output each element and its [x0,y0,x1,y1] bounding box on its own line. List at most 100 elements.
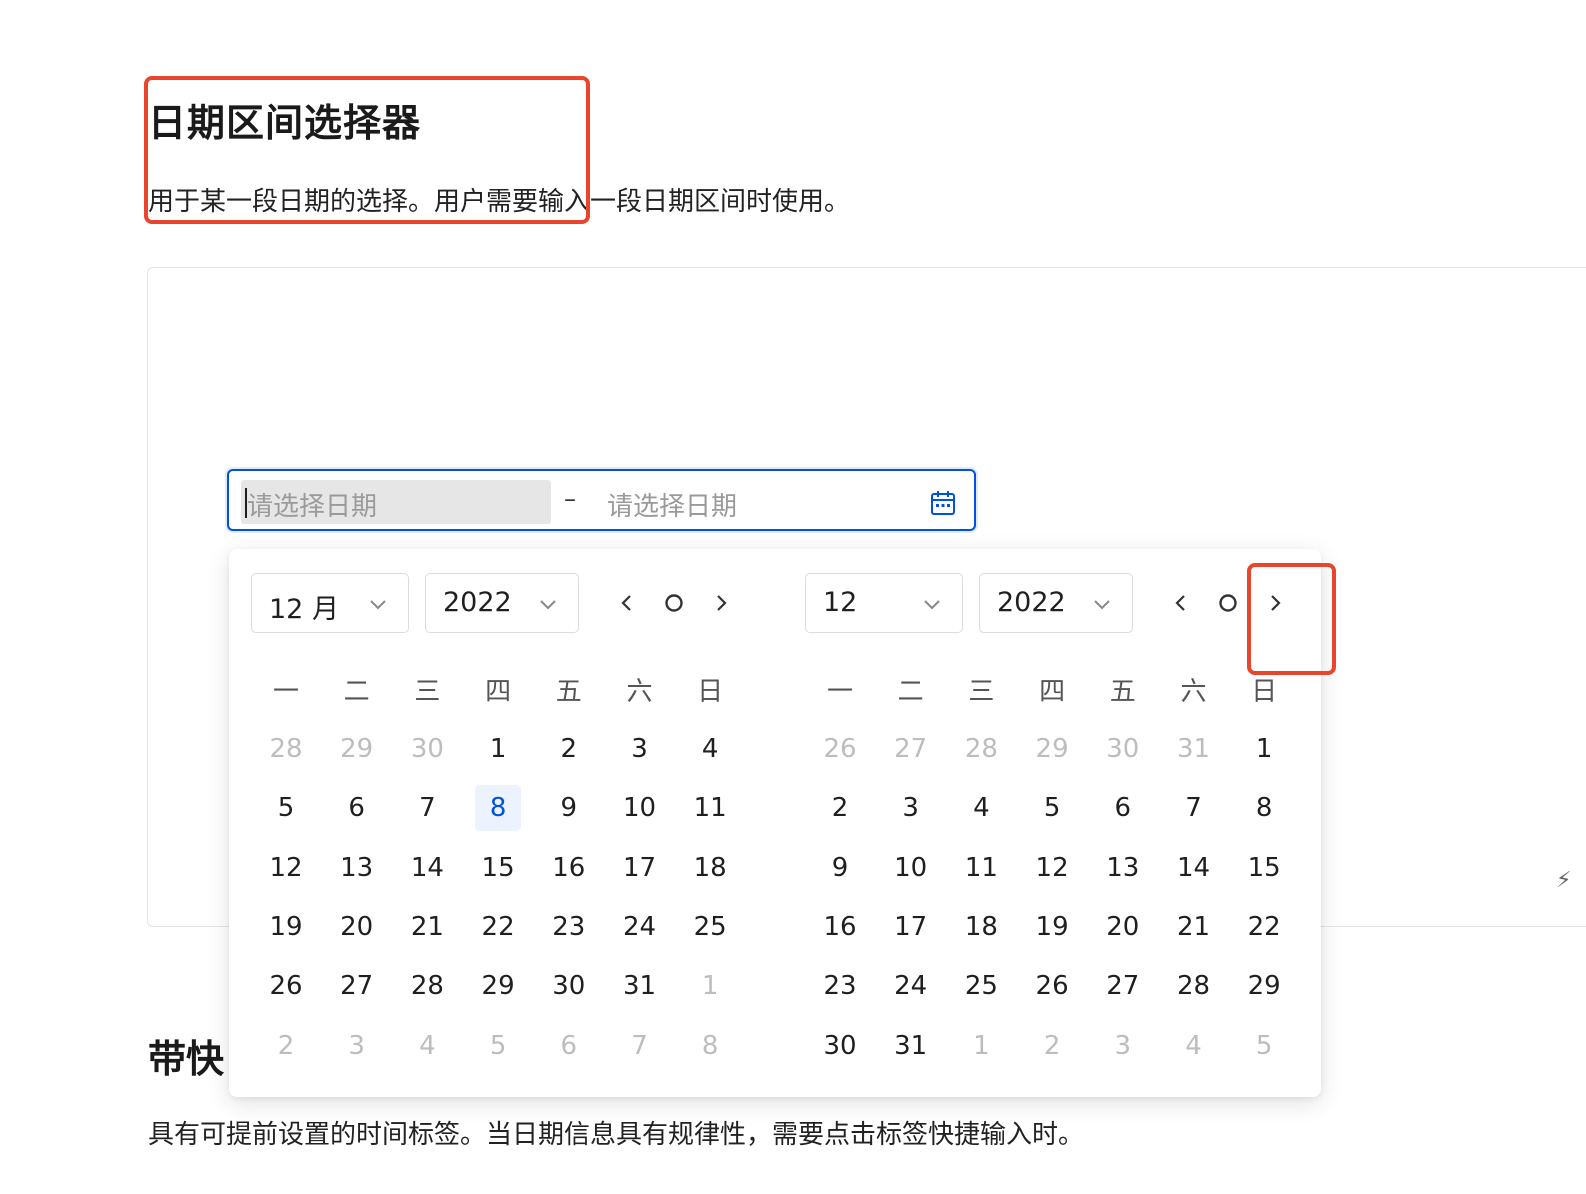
day-cell[interactable]: 19 [1029,904,1075,950]
day-cell[interactable]: 29 [475,963,521,1009]
day-cell[interactable]: 12 [1029,845,1075,891]
day-cell[interactable]: 9 [546,785,592,831]
day-cell[interactable]: 2 [817,785,863,831]
day-cell[interactable]: 11 [958,845,1004,891]
left-year-select[interactable]: 2022 [425,573,579,633]
day-cell[interactable]: 3 [617,726,663,772]
day-cell[interactable]: 29 [1241,963,1287,1009]
day-cell[interactable]: 27 [1100,963,1146,1009]
day-cell[interactable]: 3 [1100,1023,1146,1069]
day-cell[interactable]: 21 [404,904,450,950]
weekday-header: 二 [343,677,370,707]
day-cell[interactable]: 28 [1171,963,1217,1009]
day-cell[interactable]: 22 [1241,904,1287,950]
day-cell-today[interactable]: 8 [475,785,522,832]
day-cell[interactable]: 27 [334,963,380,1009]
day-cell[interactable]: 24 [888,963,934,1009]
day-cell[interactable]: 15 [1241,845,1287,891]
day-cell[interactable]: 5 [475,1023,521,1069]
day-cell[interactable]: 24 [617,904,663,950]
day-cell[interactable]: 29 [1029,726,1075,772]
day-cell[interactable]: 5 [1029,785,1075,831]
calendar-icon[interactable] [929,489,957,517]
day-cell[interactable]: 5 [1241,1023,1287,1069]
day-cell[interactable]: 31 [1171,726,1217,772]
date-range-input[interactable]: 请选择日期 – 请选择日期 [227,469,976,531]
day-cell[interactable]: 25 [687,904,733,950]
day-cell[interactable]: 9 [817,845,863,891]
day-cell[interactable]: 14 [1171,845,1217,891]
day-cell[interactable]: 1 [475,726,521,772]
day-cell[interactable]: 1 [687,963,733,1009]
day-cell[interactable]: 16 [546,845,592,891]
day-cell[interactable]: 2 [1029,1023,1075,1069]
day-cell[interactable]: 23 [817,963,863,1009]
day-cell[interactable]: 19 [263,904,309,950]
day-cell[interactable]: 4 [1171,1023,1217,1069]
day-cell[interactable]: 4 [958,785,1004,831]
day-cell[interactable]: 28 [263,726,309,772]
day-cell[interactable]: 6 [334,785,380,831]
day-cell[interactable]: 8 [1241,785,1287,831]
day-cell[interactable]: 6 [1100,785,1146,831]
day-cell[interactable]: 8 [687,1023,733,1069]
day-cell[interactable]: 3 [888,785,934,831]
day-cell[interactable]: 30 [404,726,450,772]
day-cell[interactable]: 30 [1100,726,1146,772]
day-cell[interactable]: 7 [404,785,450,831]
day-cell[interactable]: 16 [817,904,863,950]
day-cell[interactable]: 18 [958,904,1004,950]
day-cell[interactable]: 31 [888,1023,934,1069]
day-cell[interactable]: 20 [334,904,380,950]
day-cell[interactable]: 29 [334,726,380,772]
day-cell[interactable]: 22 [475,904,521,950]
day-cell[interactable]: 10 [617,785,663,831]
day-cell[interactable]: 30 [546,963,592,1009]
day-cell[interactable]: 1 [1241,726,1287,772]
edge-action-icon[interactable]: ⚡ [1556,868,1571,893]
day-cell[interactable]: 3 [334,1023,380,1069]
day-cell[interactable]: 4 [404,1023,450,1069]
right-today-icon[interactable] [1214,589,1242,617]
right-month-select[interactable]: 12 [805,573,963,633]
day-cell[interactable]: 13 [334,845,380,891]
day-cell[interactable]: 31 [617,963,663,1009]
day-cell[interactable]: 17 [617,845,663,891]
left-today-icon[interactable] [660,589,688,617]
day-cell[interactable]: 2 [263,1023,309,1069]
day-cell[interactable]: 10 [888,845,934,891]
day-cell[interactable]: 7 [617,1023,663,1069]
day-cell[interactable]: 18 [687,845,733,891]
day-cell[interactable]: 11 [687,785,733,831]
day-cell[interactable]: 17 [888,904,934,950]
day-cell[interactable]: 12 [263,845,309,891]
left-month-select[interactable]: 12 月 [251,573,409,633]
day-cell[interactable]: 5 [263,785,309,831]
day-cell[interactable]: 1 [958,1023,1004,1069]
day-cell[interactable]: 28 [958,726,1004,772]
day-cell[interactable]: 14 [404,845,450,891]
left-next-month-icon[interactable] [707,589,735,617]
day-cell[interactable]: 21 [1171,904,1217,950]
day-cell[interactable]: 26 [263,963,309,1009]
day-cell[interactable]: 6 [546,1023,592,1069]
day-cell[interactable]: 4 [687,726,733,772]
day-cell[interactable]: 30 [817,1023,863,1069]
left-prev-month-icon[interactable] [613,589,641,617]
right-prev-month-icon[interactable] [1167,589,1195,617]
day-cell[interactable]: 2 [546,726,592,772]
end-date-input[interactable]: 请选择日期 [601,480,901,524]
day-cell[interactable]: 26 [817,726,863,772]
day-cell[interactable]: 25 [958,963,1004,1009]
day-cell[interactable]: 28 [404,963,450,1009]
weekday-header: 六 [1180,677,1207,707]
day-cell[interactable]: 13 [1100,845,1146,891]
right-year-select[interactable]: 2022 [979,573,1133,633]
day-cell[interactable]: 27 [888,726,934,772]
day-cell[interactable]: 23 [546,904,592,950]
day-cell[interactable]: 7 [1171,785,1217,831]
day-cell[interactable]: 15 [475,845,521,891]
day-cell[interactable]: 20 [1100,904,1146,950]
start-date-input[interactable]: 请选择日期 [241,480,551,524]
day-cell[interactable]: 26 [1029,963,1075,1009]
